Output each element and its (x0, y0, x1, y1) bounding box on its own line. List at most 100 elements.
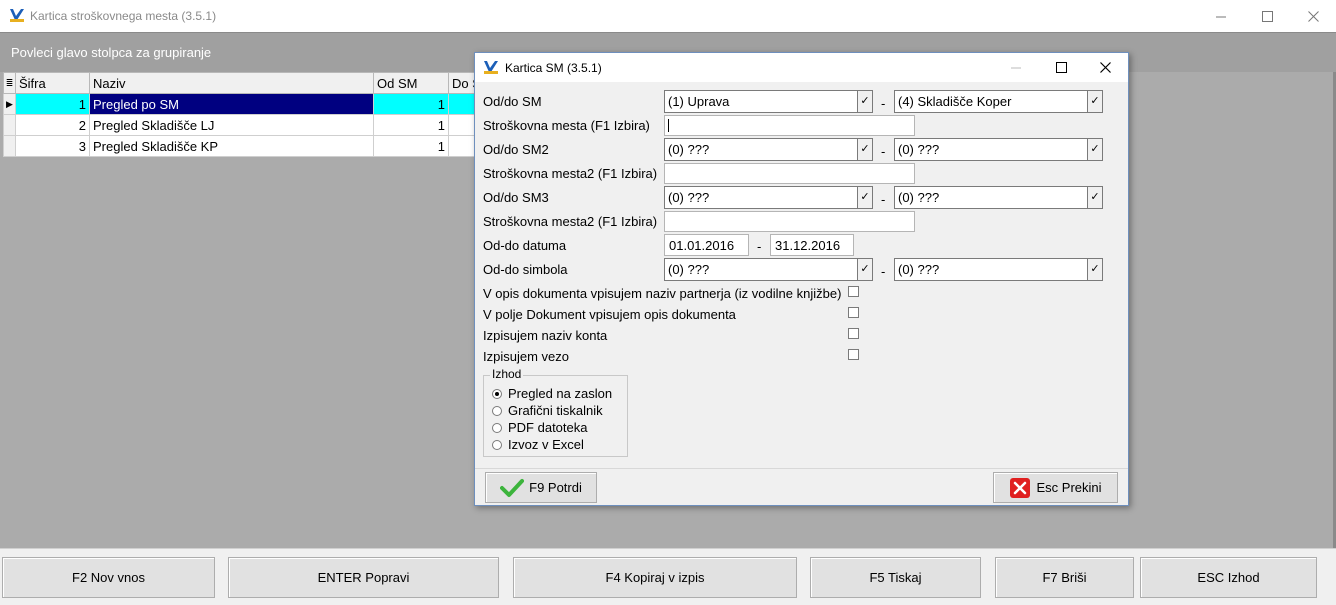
print-button[interactable]: F5 Tiskaj (810, 557, 981, 598)
minimize-button[interactable] (1198, 0, 1244, 32)
close-icon (1307, 10, 1319, 22)
table-row[interactable]: 3 Pregled Skladišče KP 1 (3, 135, 489, 157)
dialog-minimize-button[interactable] (993, 53, 1039, 82)
sm-to-combo[interactable]: (4) Skladišče Koper ✓ (894, 90, 1103, 113)
range-separator: - (881, 192, 886, 207)
radio-label-graficni[interactable]: Grafični tiskalnik (508, 403, 603, 418)
radio-pregled[interactable] (492, 389, 502, 399)
cell-od-sm[interactable]: 1 (373, 93, 449, 115)
maximize-button[interactable] (1244, 0, 1290, 32)
checkbox-partner[interactable] (848, 286, 859, 297)
stroskovna-mesta3-input[interactable] (664, 211, 915, 232)
sm-from-combo[interactable]: (1) Uprava ✓ (664, 90, 873, 113)
maximize-icon (1055, 62, 1067, 73)
sm2-to-combo[interactable]: (0) ??? ✓ (894, 138, 1103, 161)
cell-sifra[interactable]: 2 (15, 114, 90, 136)
stroskovna-mesta-input[interactable] (664, 115, 915, 136)
sm-from-value: (1) Uprava (668, 94, 730, 109)
stroskovna-mesta2-input[interactable] (664, 163, 915, 184)
new-entry-button[interactable]: F2 Nov vnos (2, 557, 215, 598)
dropdown-check-icon[interactable]: ✓ (1087, 91, 1102, 112)
dropdown-check-icon[interactable]: ✓ (857, 91, 872, 112)
dialog-title-bar: Kartica SM (3.5.1) (475, 53, 1128, 82)
radio-label-excel[interactable]: Izvoz v Excel (508, 437, 584, 452)
exit-button[interactable]: ESC Izhod (1140, 557, 1317, 598)
simbol-from-value: (0) ??? (668, 262, 710, 277)
sm3-from-combo[interactable]: (0) ??? ✓ (664, 186, 873, 209)
bottom-toolbar: F2 Nov vnos ENTER Popravi F4 Kopiraj v i… (0, 548, 1336, 605)
column-chooser-icon[interactable]: ≣ (3, 72, 16, 94)
dropdown-check-icon[interactable]: ✓ (1087, 259, 1102, 280)
table-row[interactable]: 2 Pregled Skladišče LJ 1 (3, 114, 489, 136)
checkbox-opis[interactable] (848, 307, 859, 318)
dropdown-check-icon[interactable]: ✓ (1087, 139, 1102, 160)
radio-label-pdf[interactable]: PDF datoteka (508, 420, 588, 435)
dropdown-check-icon[interactable]: ✓ (857, 187, 872, 208)
checkbox-label-opis: V polje Dokument vpisujem opis dokumenta (483, 307, 736, 322)
sm2-to-value: (0) ??? (898, 142, 940, 157)
dialog-title: Kartica SM (3.5.1) (505, 61, 602, 75)
confirm-button[interactable]: F9 Potrdi (485, 472, 597, 503)
dialog-maximize-button[interactable] (1038, 53, 1084, 82)
cell-od-sm[interactable]: 1 (373, 114, 449, 136)
checkbox-label-konto: Izpisujem naziv konta (483, 328, 608, 343)
date-to-value: 31.12.2016 (775, 238, 841, 253)
cancel-button[interactable]: Esc Prekini (993, 472, 1118, 503)
app-logo-icon (10, 9, 24, 22)
simbol-to-combo[interactable]: (0) ??? ✓ (894, 258, 1103, 281)
sm3-to-combo[interactable]: (0) ??? ✓ (894, 186, 1103, 209)
dropdown-check-icon[interactable]: ✓ (857, 139, 872, 160)
column-header-sifra[interactable]: Šifra (15, 72, 90, 94)
row-indicator (3, 114, 16, 136)
checkbox-konto[interactable] (848, 328, 859, 339)
kartica-sm-dialog: Kartica SM (3.5.1) Od/do SM (1) Uprava ✓… (474, 52, 1129, 506)
cell-naziv[interactable]: Pregled po SM (89, 93, 374, 115)
radio-pdf[interactable] (492, 423, 502, 433)
cell-sifra[interactable]: 3 (15, 135, 90, 157)
column-header-od-sm[interactable]: Od SM (373, 72, 449, 94)
window-title: Kartica stroškovnega mesta (3.5.1) (30, 9, 217, 23)
simbol-to-value: (0) ??? (898, 262, 940, 277)
sm3-from-value: (0) ??? (668, 190, 710, 205)
od-do-sm-label: Od/do SM (483, 94, 542, 109)
simbol-from-combo[interactable]: (0) ??? ✓ (664, 258, 873, 281)
sm2-from-combo[interactable]: (0) ??? ✓ (664, 138, 873, 161)
od-do-sm2-label: Od/do SM2 (483, 142, 549, 157)
output-group: Izhod Pregled na zaslon Grafični tiskaln… (483, 367, 628, 457)
row-indicator-icon: ▶ (3, 93, 16, 115)
dropdown-check-icon[interactable]: ✓ (857, 259, 872, 280)
output-group-title: Izhod (490, 367, 524, 381)
cell-naziv[interactable]: Pregled Skladišče LJ (89, 114, 374, 136)
od-do-simbola-label: Od-do simbola (483, 262, 568, 277)
dialog-close-button[interactable] (1082, 53, 1128, 82)
cell-naziv[interactable]: Pregled Skladišče KP (89, 135, 374, 157)
date-from-input[interactable]: 01.01.2016 (664, 234, 749, 256)
table-row[interactable]: ▶ 1 Pregled po SM 1 (3, 93, 489, 115)
radio-graficni[interactable] (492, 406, 502, 416)
edit-button[interactable]: ENTER Popravi (228, 557, 499, 598)
range-separator: - (881, 144, 886, 159)
copy-to-report-button[interactable]: F4 Kopiraj v izpis (513, 557, 797, 598)
date-to-input[interactable]: 31.12.2016 (770, 234, 854, 256)
dropdown-check-icon[interactable]: ✓ (1087, 187, 1102, 208)
maximize-icon (1261, 10, 1273, 22)
grid-header-row: ≣ Šifra Naziv Od SM Do S (3, 72, 489, 94)
checkmark-icon (500, 478, 525, 498)
sm3-to-value: (0) ??? (898, 190, 940, 205)
checkbox-veza[interactable] (848, 349, 859, 360)
cell-sifra[interactable]: 1 (15, 93, 90, 115)
cell-od-sm[interactable]: 1 (373, 135, 449, 157)
column-header-naziv[interactable]: Naziv (89, 72, 374, 94)
close-button[interactable] (1290, 0, 1336, 32)
radio-label-pregled[interactable]: Pregled na zaslon (508, 386, 612, 401)
sm2-from-value: (0) ??? (668, 142, 710, 157)
checkbox-label-veza: Izpisujem vezo (483, 349, 569, 364)
app-logo-icon (484, 61, 498, 74)
radio-excel[interactable] (492, 440, 502, 450)
group-by-hint: Povleci glavo stolpca za grupiranje (11, 45, 212, 60)
checkbox-label-partner: V opis dokumenta vpisujem naziv partnerj… (483, 286, 842, 301)
sm-to-value: (4) Skladišče Koper (898, 94, 1012, 109)
stroskovna-mesta3-label: Stroškovna mesta2 (F1 Izbira) (483, 214, 658, 229)
delete-button[interactable]: F7 Briši (995, 557, 1134, 598)
range-separator: - (881, 96, 886, 111)
